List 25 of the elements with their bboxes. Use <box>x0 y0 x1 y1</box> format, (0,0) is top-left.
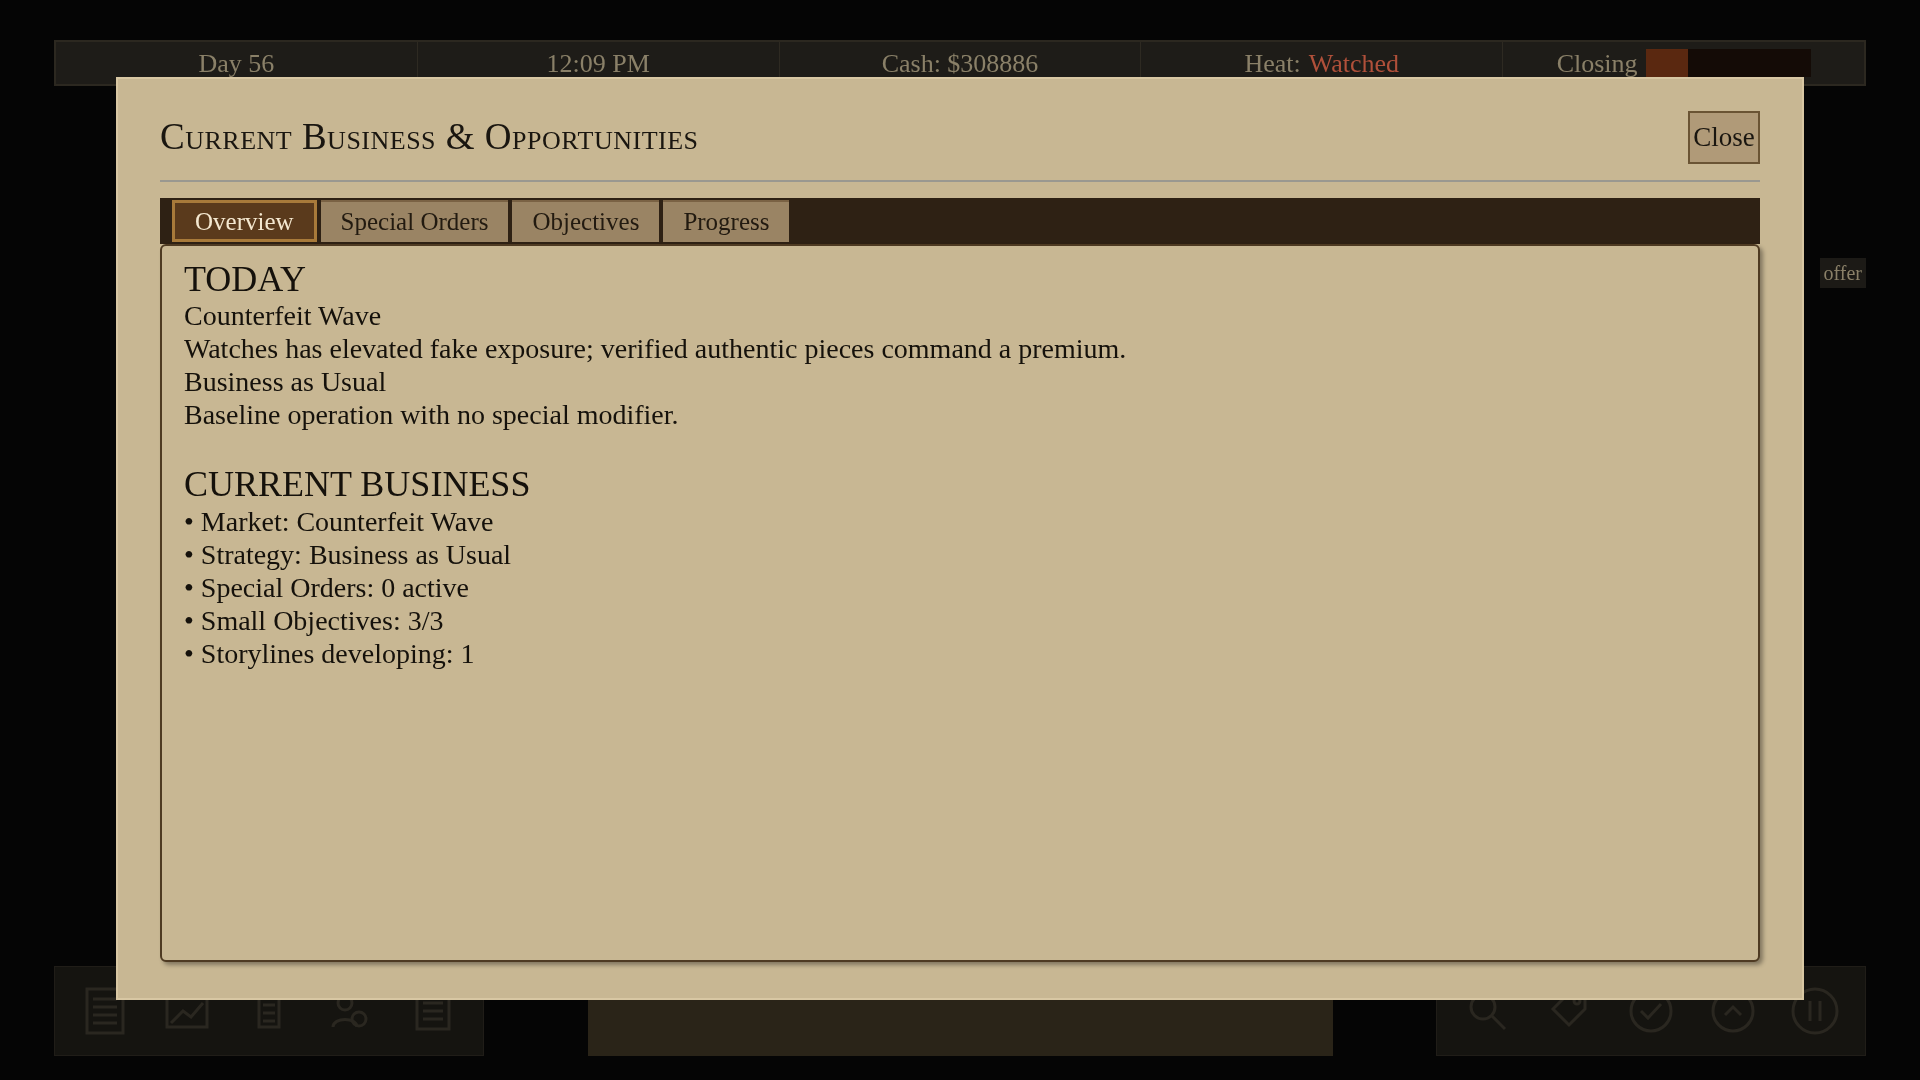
section-heading: CURRENT BUSINESS <box>184 465 532 505</box>
heat-label: Heat: <box>1244 47 1301 80</box>
text-line: Watches has elevated fake exposure; verified authentic pieces command a premium. <box>184 332 1128 366</box>
closing-label: Closing <box>1556 47 1638 80</box>
text-line: • Small Objectives: 3/3 <box>184 603 445 637</box>
heat-value: Watched <box>1308 47 1400 80</box>
text-line: • Strategy: Business as Usual <box>184 537 513 571</box>
cash-label: Cash: $308886 <box>881 47 1039 80</box>
tab[interactable]: Special Orders <box>320 199 509 242</box>
time-label: 12:09 PM <box>546 47 650 80</box>
day-label: Day 56 <box>198 47 275 80</box>
text-line: Business as Usual <box>184 365 388 399</box>
text-line: Baseline operation with no special modifier. <box>184 398 680 432</box>
offer-text: offer <box>1819 258 1866 288</box>
text-line: Counterfeit Wave <box>184 299 383 333</box>
tab[interactable]: Overview <box>172 199 317 242</box>
text-line: • Market: Counterfeit Wave <box>184 504 495 538</box>
tab[interactable]: Objectives <box>512 199 660 242</box>
text-line: • Special Orders: 0 active <box>184 570 471 604</box>
section-heading: TODAY <box>184 259 308 300</box>
text-line: • Storylines developing: 1 <box>184 636 476 670</box>
tab[interactable]: Progress <box>663 199 790 242</box>
pause-icon[interactable] <box>1789 985 1841 1037</box>
close-button[interactable]: Close <box>1688 111 1760 164</box>
dialog-title: Current Business & Opportunities <box>160 115 699 160</box>
